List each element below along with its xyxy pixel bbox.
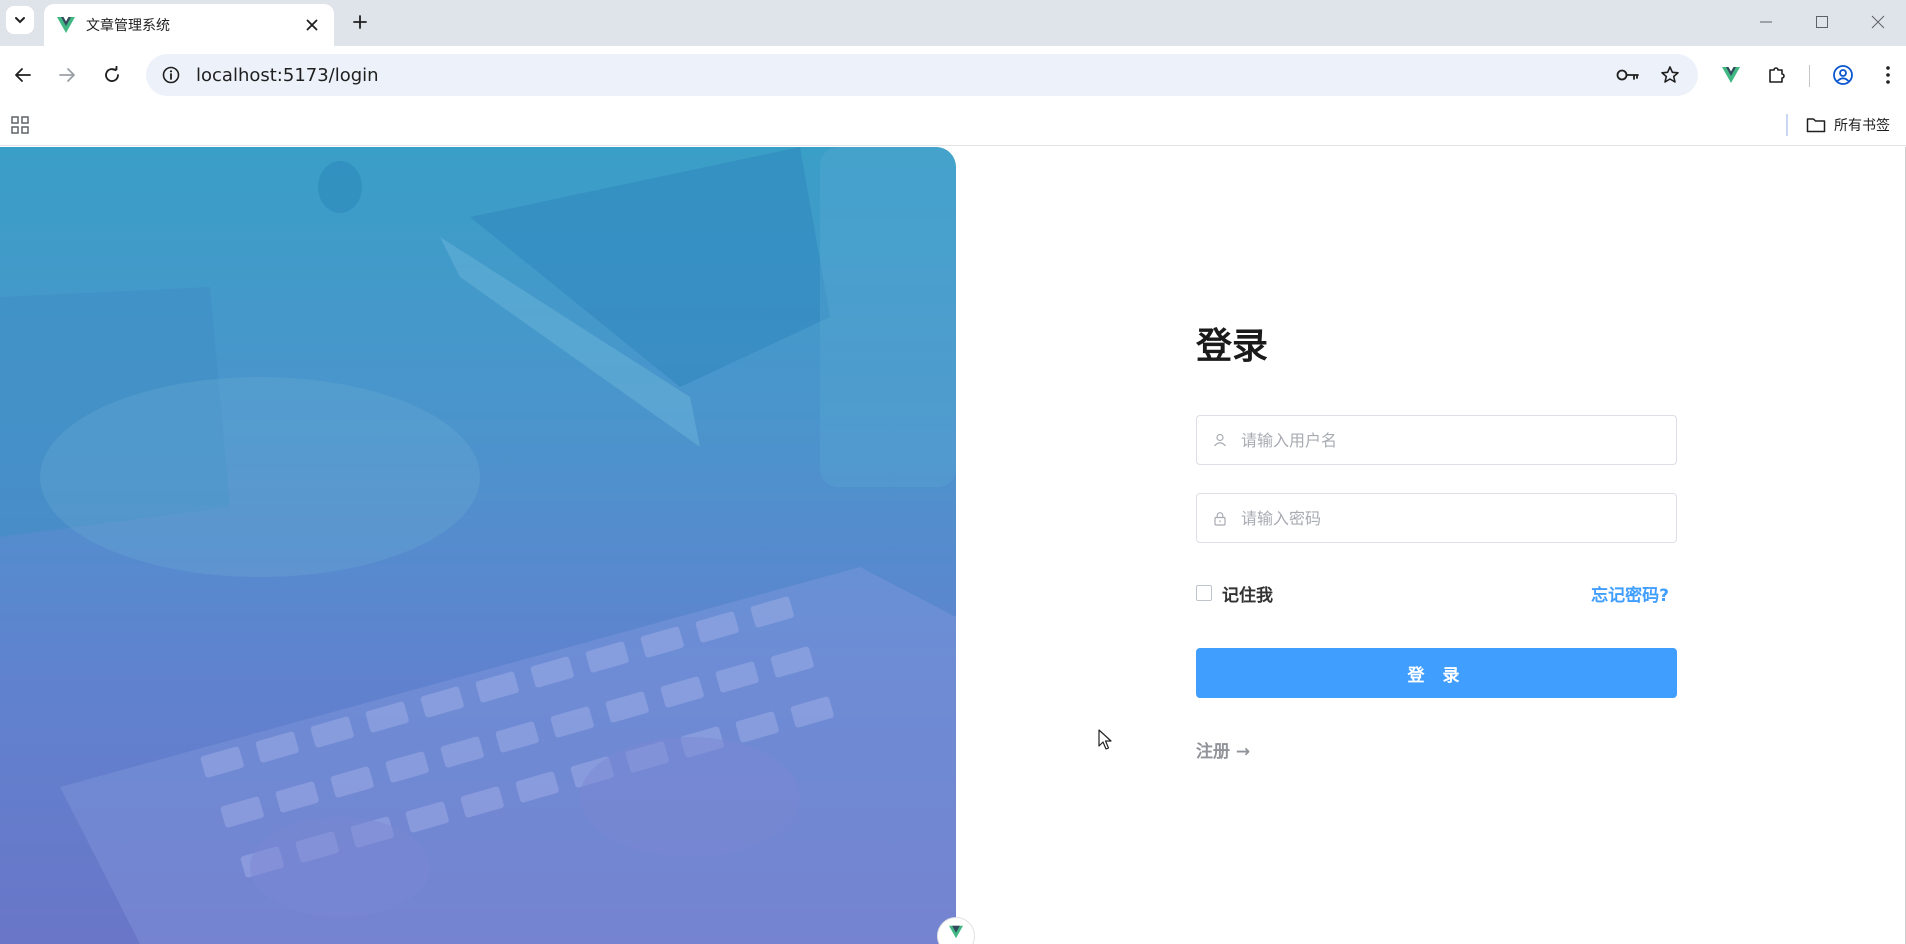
vue-devtools-extension[interactable] <box>1716 60 1746 90</box>
maximize-icon <box>1816 16 1828 28</box>
all-bookmarks-label: 所有书签 <box>1834 118 1890 134</box>
login-page: 登录 记住我 忘记密码? 登 录 注册 → <box>0 147 1906 944</box>
apps-grid-icon <box>11 116 29 134</box>
arrow-right-icon <box>59 68 75 82</box>
key-icon <box>1616 69 1639 81</box>
login-button[interactable]: 登 录 <box>1196 648 1677 698</box>
username-field[interactable] <box>1196 415 1677 465</box>
reload-button[interactable] <box>97 60 127 90</box>
extensions-button[interactable] <box>1762 60 1792 90</box>
minimize-icon <box>1760 21 1772 23</box>
vue-logo-icon <box>1722 67 1740 83</box>
account-icon <box>1833 65 1853 85</box>
bookmarks-bar: 所有书签 <box>0 104 1906 146</box>
remember-me-checkbox[interactable]: 记住我 <box>1196 579 1273 607</box>
close-icon <box>1871 15 1885 29</box>
remember-forgot-row: 记住我 忘记密码? <box>1196 579 1677 607</box>
folder-icon <box>1806 118 1826 133</box>
page-title: 登录 <box>1196 326 1269 367</box>
arrow-left-icon <box>15 68 31 82</box>
login-background-image <box>0 147 956 944</box>
register-link[interactable]: 注册 → <box>1196 737 1250 762</box>
reload-icon <box>105 66 119 82</box>
toolbar-separator <box>1809 65 1810 87</box>
star-icon <box>1661 66 1679 83</box>
minimize-button[interactable] <box>1738 0 1794 44</box>
vue-logo-icon <box>57 17 75 33</box>
more-vertical-icon <box>1886 66 1890 84</box>
bookmarks-separator <box>1786 114 1788 136</box>
vue-devtools-toggle[interactable] <box>937 917 975 944</box>
browser-menu-button[interactable] <box>1873 60 1903 90</box>
remember-me-label: 记住我 <box>1222 585 1273 606</box>
user-icon <box>1211 431 1229 449</box>
apps-button[interactable] <box>8 113 32 137</box>
browser-tab-active[interactable]: 文章管理系统 <box>44 4 334 46</box>
close-icon <box>306 19 318 31</box>
password-field[interactable] <box>1196 493 1677 543</box>
bookmark-star-button[interactable] <box>1656 61 1684 89</box>
profile-button[interactable] <box>1828 60 1858 90</box>
info-icon <box>162 66 180 84</box>
address-url[interactable]: localhost:5173/login <box>196 65 1600 86</box>
back-button[interactable] <box>8 60 38 90</box>
mouse-cursor-icon <box>1098 729 1112 750</box>
password-manager-button[interactable] <box>1614 61 1642 89</box>
tab-title: 文章管理系统 <box>86 18 170 34</box>
all-bookmarks-button[interactable]: 所有书签 <box>1806 112 1890 138</box>
checkbox-box[interactable] <box>1196 585 1212 601</box>
plus-icon <box>353 15 367 29</box>
window-controls <box>1738 0 1906 44</box>
close-window-button[interactable] <box>1850 0 1906 44</box>
forward-button[interactable] <box>52 60 82 90</box>
password-input[interactable] <box>1239 507 1662 529</box>
tab-strip: 文章管理系统 <box>0 0 1906 46</box>
forgot-password-link[interactable]: 忘记密码? <box>1591 581 1669 606</box>
tab-search-button[interactable] <box>6 6 34 34</box>
vue-logo-icon <box>949 925 963 939</box>
browser-toolbar: localhost:5173/login <box>0 46 1906 104</box>
desk-keyboard-illustration <box>0 147 956 944</box>
chevron-down-icon <box>15 17 25 24</box>
address-bar[interactable]: localhost:5173/login <box>146 54 1698 96</box>
lock-icon <box>1211 509 1229 527</box>
new-tab-button[interactable] <box>346 8 374 36</box>
tab-close-button[interactable] <box>302 15 322 35</box>
maximize-button[interactable] <box>1794 0 1850 44</box>
username-input[interactable] <box>1239 429 1662 451</box>
site-info-button[interactable] <box>160 64 182 86</box>
puzzle-icon <box>1769 67 1785 83</box>
